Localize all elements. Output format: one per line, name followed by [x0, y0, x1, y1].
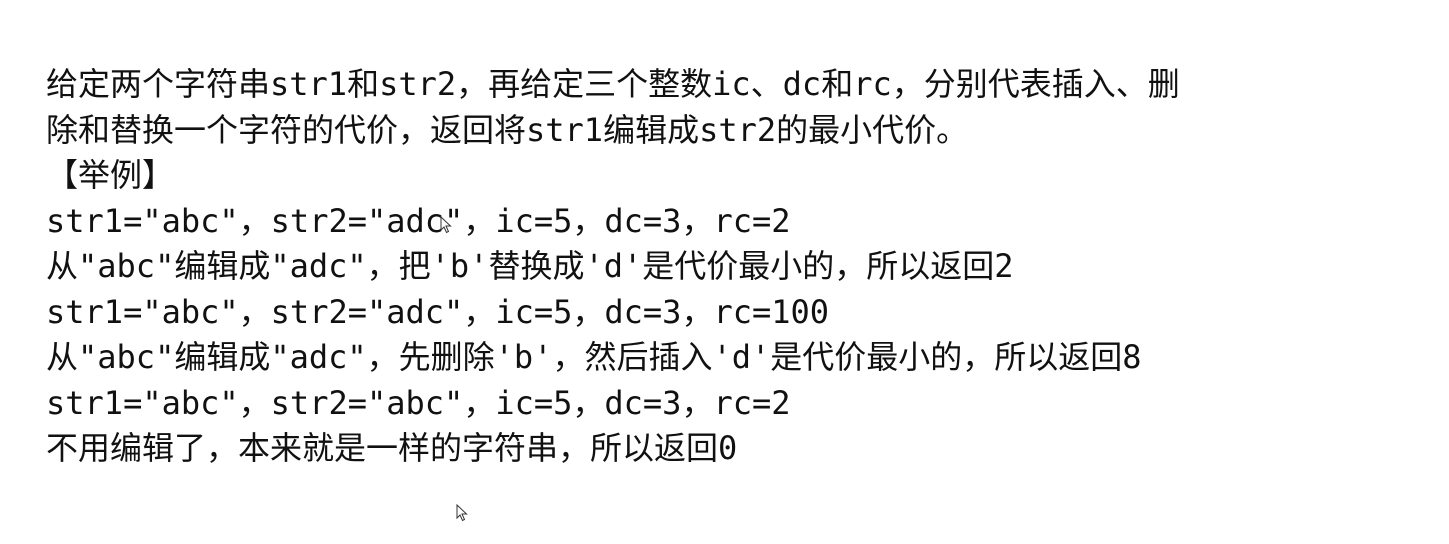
- problem-line-2: 除和替换一个字符的代价，返回将str1编辑成str2的最小代价。: [46, 110, 969, 149]
- problem-line-1: 给定两个字符串str1和str2，再给定三个整数ic、dc和rc，分别代表插入、…: [46, 65, 1180, 103]
- example-3-explanation: 不用编辑了，本来就是一样的字符串，所以返回0: [46, 429, 738, 467]
- example-3-input: str1="abc"，str2="abc"，ic=5，dc=3，rc=2: [46, 383, 791, 422]
- example-1-explanation: 从"abc"编辑成"adc"，把'b'替换成'd'是代价最小的，所以返回2: [46, 247, 1014, 285]
- example-2-explanation: 从"abc"编辑成"adc"，先删除'b'，然后插入'd'是代价最小的，所以返回…: [46, 338, 1142, 376]
- example-heading: 【举例】: [46, 156, 175, 194]
- example-1-input: str1="abc"，str2="adc"，ic=5，dc=3，rc=2: [46, 201, 791, 240]
- example-2-input: str1="abc"，str2="adc"，ic=5，dc=3，rc=100: [46, 292, 830, 331]
- problem-statement: 给定两个字符串str1和str2，再给定三个整数ic、dc和rc，分别代表插入、…: [46, 62, 1416, 472]
